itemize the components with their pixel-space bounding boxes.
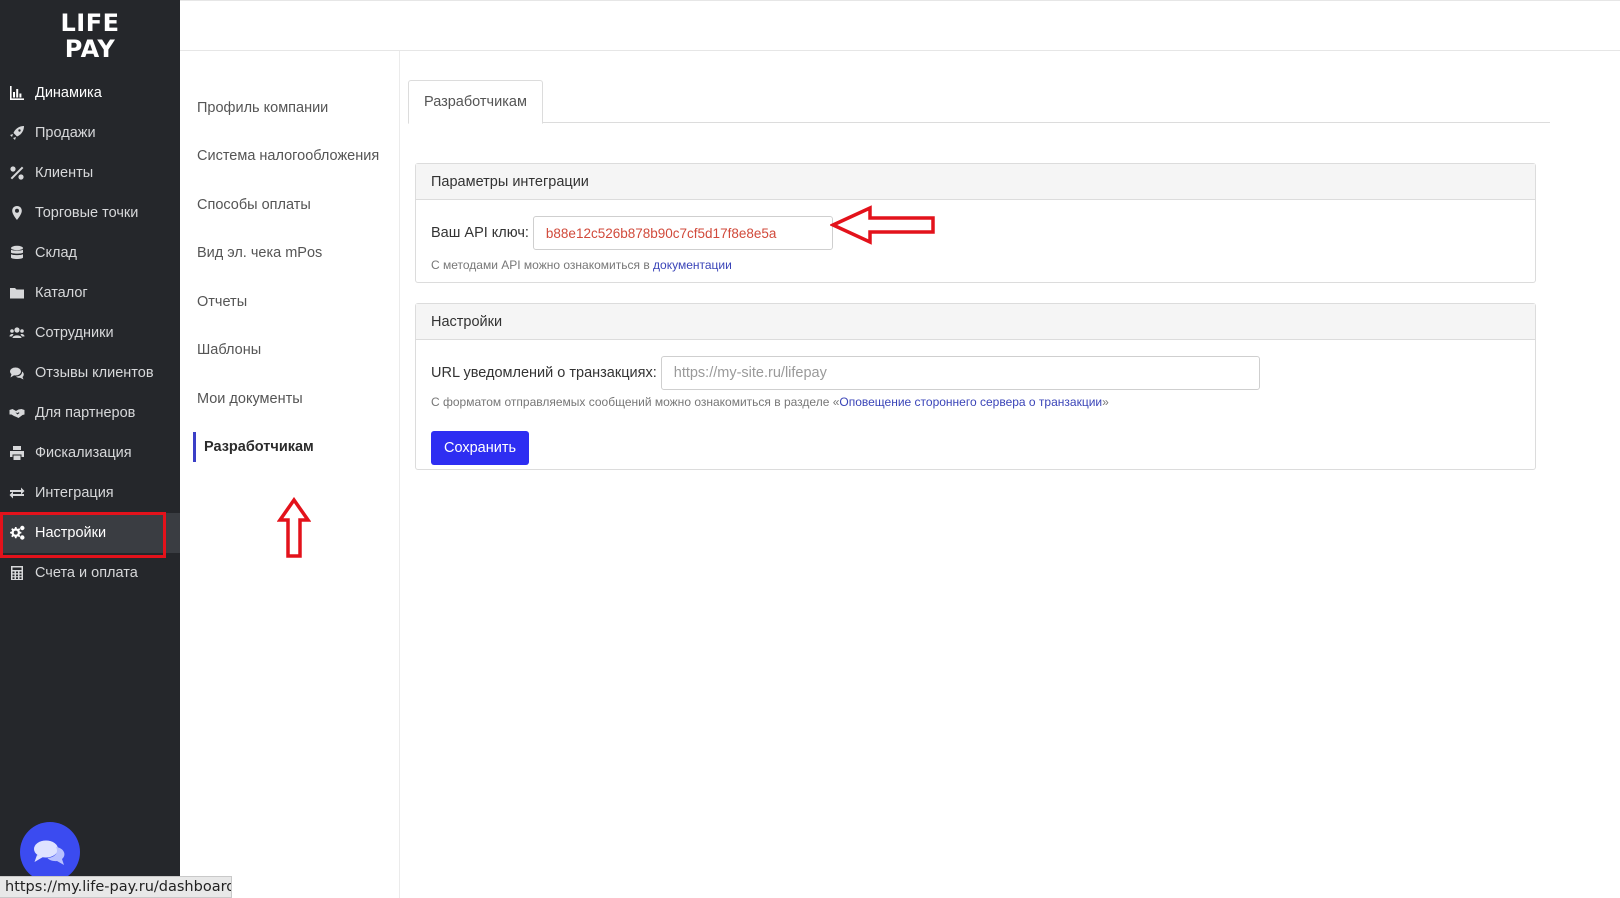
- api-help-prefix: С методами API можно ознакомиться в: [431, 258, 654, 272]
- top-bar: [180, 0, 1620, 51]
- settings-menu: Профиль компании Система налогообложения…: [180, 51, 400, 898]
- notification-help-prefix: С форматом отправляемых сообщений можно …: [431, 395, 840, 409]
- users-icon: [8, 324, 26, 342]
- gears-icon: [8, 524, 26, 542]
- sidebar-item-label: Торговые точки: [35, 205, 139, 221]
- sidebar-item-label: Фискализация: [35, 445, 132, 461]
- chat-bubbles-icon: [34, 840, 65, 865]
- sidebar-item-label: Счета и оплата: [35, 565, 138, 581]
- sidebar-item-label: Каталог: [35, 285, 88, 301]
- settings-item-receipt-view[interactable]: Вид эл. чека mPos: [197, 245, 322, 261]
- lifepay-logo[interactable]: LIFE PAY: [60, 10, 120, 62]
- integration-panel-heading: Параметры интеграции: [416, 164, 1535, 200]
- sidebar: LIFE PAY Динамика Продажи Клиенты Торгов…: [0, 0, 180, 898]
- calculator-icon: [8, 564, 26, 582]
- sidebar-item-label: Сотрудники: [35, 325, 114, 341]
- sidebar-item-label: Продажи: [35, 125, 96, 141]
- annotation-up-arrow-icon: [277, 497, 311, 558]
- app-root: LIFE PAY Динамика Продажи Клиенты Торгов…: [0, 0, 1620, 898]
- sidebar-item-employees[interactable]: Сотрудники: [0, 313, 180, 353]
- api-key-row: Ваш API ключ:: [431, 216, 833, 250]
- sidebar-item-clients[interactable]: Клиенты: [0, 153, 180, 193]
- notification-help-text: С форматом отправляемых сообщений можно …: [431, 395, 1109, 409]
- sidebar-nav: Динамика Продажи Клиенты Торговые точки: [0, 73, 180, 593]
- settings-item-developers[interactable]: Разработчикам: [193, 432, 314, 462]
- settings-panel: Настройки URL уведомлений о транзакциях:…: [415, 303, 1536, 470]
- tab-developers[interactable]: Разработчикам: [408, 80, 543, 124]
- sidebar-item-warehouse[interactable]: Склад: [0, 233, 180, 273]
- sidebar-item-fiscalization[interactable]: Фискализация: [0, 433, 180, 473]
- sidebar-item-label: Отзывы клиентов: [35, 365, 154, 381]
- sidebar-item-stores[interactable]: Торговые точки: [0, 193, 180, 233]
- sidebar-item-sales[interactable]: Продажи: [0, 113, 180, 153]
- save-button[interactable]: Сохранить: [431, 431, 530, 465]
- api-help-text: С методами API можно ознакомиться в доку…: [431, 258, 732, 272]
- rocket-icon: [8, 124, 26, 142]
- api-key-label: Ваш API ключ:: [431, 225, 529, 241]
- settings-item-templates[interactable]: Шаблоны: [197, 342, 261, 358]
- sidebar-item-label: Клиенты: [35, 165, 94, 181]
- settings-item-reports[interactable]: Отчеты: [197, 294, 247, 310]
- integration-panel: Параметры интеграции Ваш API ключ: С мет…: [415, 163, 1536, 283]
- tab-bar: Разработчикам: [408, 80, 1550, 124]
- sidebar-item-billing[interactable]: Счета и оплата: [0, 553, 180, 593]
- settings-panel-heading: Настройки: [416, 304, 1535, 340]
- exchange-icon: [8, 484, 26, 502]
- folder-icon: [8, 284, 26, 302]
- notification-url-input[interactable]: [660, 356, 1260, 390]
- settings-item-tax-system[interactable]: Система налогообложения: [197, 148, 379, 164]
- chat-button[interactable]: [20, 822, 80, 882]
- developers-content: Разработчикам Параметры интеграции Ваш A…: [400, 51, 1620, 898]
- percent-icon: [8, 164, 26, 182]
- api-key-field[interactable]: [532, 216, 833, 250]
- comments-icon: [8, 364, 26, 382]
- sidebar-item-settings[interactable]: Настройки: [0, 512, 180, 558]
- sidebar-item-label: Интеграция: [35, 485, 114, 501]
- settings-item-my-documents[interactable]: Мои документы: [197, 391, 303, 407]
- sidebar-item-label: Для партнеров: [35, 405, 136, 421]
- database-icon: [8, 244, 26, 262]
- sidebar-item-integration[interactable]: Интеграция: [0, 473, 180, 513]
- notification-url-row: URL уведомлений о транзакциях:: [431, 356, 1260, 390]
- notification-url-label: URL уведомлений о транзакциях:: [431, 365, 657, 381]
- printer-icon: [8, 444, 26, 462]
- sidebar-item-dynamics[interactable]: Динамика: [0, 73, 180, 113]
- sidebar-item-partners[interactable]: Для партнеров: [0, 393, 180, 433]
- settings-item-payment-methods[interactable]: Способы оплаты: [197, 197, 311, 213]
- sidebar-item-catalog[interactable]: Каталог: [0, 273, 180, 313]
- logo-line-2: PAY: [64, 35, 116, 63]
- server-notification-link[interactable]: Оповещение стороннего сервера о транзакц…: [839, 395, 1102, 409]
- sidebar-item-reviews[interactable]: Отзывы клиентов: [0, 353, 180, 393]
- documentation-link[interactable]: документации: [653, 258, 732, 272]
- sidebar-item-label: Настройки: [35, 525, 107, 541]
- map-marker-icon: [8, 204, 26, 222]
- settings-item-company-profile[interactable]: Профиль компании: [197, 100, 328, 116]
- sidebar-item-label: Склад: [35, 245, 77, 261]
- logo-line-1: LIFE: [60, 9, 120, 37]
- bar-chart-icon: [8, 84, 26, 102]
- notification-help-suffix: »: [1102, 395, 1109, 409]
- sidebar-item-label: Динамика: [35, 85, 102, 101]
- annotation-left-arrow-icon: [830, 205, 935, 245]
- handshake-icon: [8, 404, 26, 422]
